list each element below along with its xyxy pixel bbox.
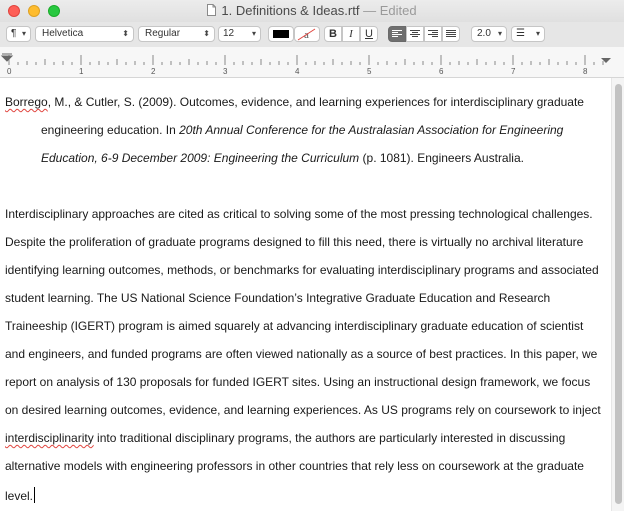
paragraph-styles-menu[interactable]: ¶ ▾ [6, 26, 31, 42]
reference-line-1: Borrego, M., & Cutler, S. (2009). Outcom… [5, 95, 584, 109]
abstract-line: Interdisciplinary approaches are cited a… [5, 207, 593, 221]
ruler-number: 1 [79, 67, 84, 76]
reference-line-2: engineering education. In 20th Annual Co… [41, 123, 564, 137]
edited-status: Edited [379, 3, 417, 18]
document-icon [207, 4, 217, 16]
abstract-line: student learning. The US National Scienc… [5, 291, 551, 305]
ruler-number: 6 [439, 67, 444, 76]
document-name: 1. Definitions & Ideas.rtf [221, 3, 360, 18]
misspelled-word: interdisciplinarity [5, 431, 94, 445]
chevron-down-icon: ▾ [251, 29, 256, 38]
abstract-line: alternative models with engineering prof… [5, 459, 584, 473]
title-bar: 1. Definitions & Ideas.rtf — Edited [0, 0, 624, 22]
text-cursor [34, 487, 36, 503]
stepper-icon: ⬍ [122, 29, 129, 38]
justify-button[interactable] [442, 26, 460, 42]
list-bullets-select[interactable]: ☰ ▾ [511, 26, 545, 42]
abstract-line: and engineers, and funded programs are o… [5, 347, 598, 361]
left-indent-marker [0, 53, 14, 62]
document-body[interactable]: Borrego, M., & Cutler, S. (2009). Outcom… [0, 78, 611, 511]
ruler-number: 7 [511, 67, 516, 76]
chevron-down-icon: ▾ [497, 29, 502, 38]
ruler-ticks [0, 53, 611, 65]
font-family-value: Helvetica [42, 28, 84, 39]
abstract-line: report on analysis of 130 proposals for … [5, 375, 591, 389]
scrollbar-thumb[interactable] [615, 84, 622, 504]
stepper-icon: ⬍ [203, 29, 210, 38]
justify-icon [446, 30, 456, 37]
align-center-button[interactable] [406, 26, 424, 42]
font-size-select[interactable]: 12 ▾ [218, 26, 261, 42]
text-color-well[interactable] [268, 26, 294, 42]
paragraph-icon: ¶ [11, 28, 17, 39]
line-spacing-value: 2.0 [477, 28, 491, 39]
no-highlight-icon: a [297, 28, 316, 41]
abstract-line: Traineeship (IGERT) program is aimed squ… [5, 319, 584, 333]
align-center-icon [410, 30, 420, 37]
italic-button[interactable]: I [342, 26, 360, 42]
align-left-icon [392, 30, 402, 37]
underline-button[interactable]: U [360, 26, 378, 42]
abstract-line: identifying learning outcomes, methods, … [5, 263, 599, 277]
chevron-down-icon: ▾ [21, 29, 26, 38]
abstract-line: level. [5, 487, 36, 503]
abstract-line: Despite the proliferation of graduate pr… [5, 235, 584, 249]
highlight-color-well[interactable]: a [294, 26, 320, 42]
vertical-scrollbar[interactable] [611, 78, 624, 511]
font-family-select[interactable]: Helvetica ⬍ [35, 26, 134, 42]
window-title: 1. Definitions & Ideas.rtf — Edited [0, 3, 624, 18]
chevron-down-icon: ▾ [535, 29, 540, 38]
align-right-button[interactable] [424, 26, 442, 42]
list-icon: ☰ [516, 28, 525, 39]
format-bar: ¶ ▾ Helvetica ⬍ Regular ⬍ 12 ▾ a B I U [0, 22, 624, 47]
reference-line-3: Education, 6-9 December 2009: Engineerin… [41, 151, 524, 165]
author-name: Borrego [5, 95, 48, 109]
ruler-number: 4 [295, 67, 300, 76]
text-color-swatch [273, 30, 289, 38]
abstract-line: on desired learning outcomes, evidence, … [5, 403, 601, 417]
font-style-value: Regular [145, 28, 181, 39]
font-size-value: 12 [223, 28, 235, 39]
ruler-number: 0 [7, 67, 12, 76]
line-spacing-select[interactable]: 2.0 ▾ [471, 26, 507, 42]
ruler-number: 8 [583, 67, 588, 76]
ruler-number: 5 [367, 67, 372, 76]
ruler[interactable]: 0 1 2 3 4 5 6 7 8 [0, 47, 624, 78]
align-right-icon [428, 30, 438, 37]
ruler-number: 2 [151, 67, 156, 76]
align-left-button[interactable] [388, 26, 406, 42]
font-style-select[interactable]: Regular ⬍ [138, 26, 215, 42]
title-separator: — [363, 3, 377, 18]
ruler-number: 3 [223, 67, 228, 76]
abstract-line: interdisciplinarity into traditional dis… [5, 431, 566, 445]
bold-button[interactable]: B [324, 26, 342, 42]
